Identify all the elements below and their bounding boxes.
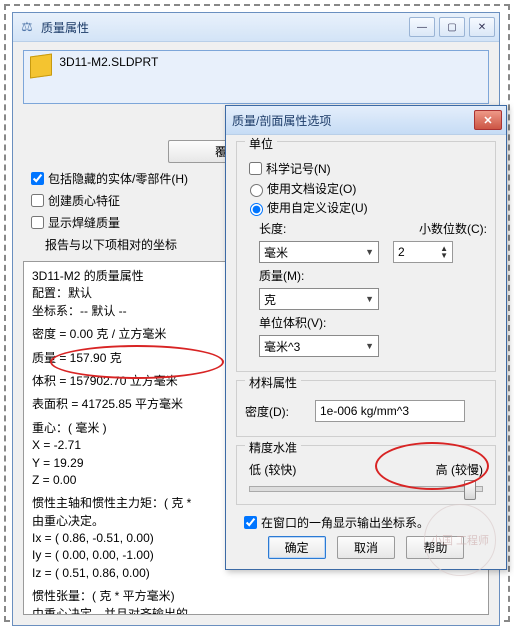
chevron-down-icon: ▼ [365,294,374,304]
rad-scientific[interactable]: 科学记号(N) [245,159,487,178]
close-button[interactable]: ✕ [469,17,495,37]
slider-thumb[interactable] [464,480,476,500]
density-label: 密度(D): [245,403,315,420]
volume-select[interactable]: 毫米^3▼ [259,335,379,357]
minimize-button[interactable]: — [409,17,435,37]
length-label: 长度: [259,220,313,237]
cancel-button[interactable]: 取消 [337,536,395,559]
length-select[interactable]: 毫米▼ [259,241,379,263]
ok-button[interactable]: 确定 [268,536,326,559]
decimals-label: 小数位数(C): [419,220,487,237]
accuracy-high-label: 高 (较慢) [436,461,483,478]
dlg-close-button[interactable]: ✕ [474,110,502,130]
help-button[interactable]: 帮助 [406,536,464,559]
dlg-title: 质量/剖面属性选项 [232,112,474,129]
accuracy-low-label: 低 (较快) [249,461,296,478]
options-dialog: 质量/剖面属性选项 ✕ 单位 科学记号(N) 使用文档设定(O) 使用自定义设定… [225,105,507,570]
chevron-down-icon: ▼ [365,341,374,351]
chk-show-coord-corner[interactable]: 在窗口的一角显示输出坐标系。 [240,513,496,532]
chk-include-hidden-box[interactable] [31,172,44,185]
accuracy-slider[interactable] [249,486,483,492]
density-input[interactable]: 1e-006 kg/mm^3 [315,400,465,422]
file-name: 3D11-M2.SLDPRT [59,55,158,69]
window-title: 质量属性 [41,19,405,36]
group-units: 单位 科学记号(N) 使用文档设定(O) 使用自定义设定(U) 长度: 小数位数… [236,141,496,372]
group-accuracy: 精度水准 低 (较快) 高 (较慢) [236,445,496,505]
rad-custom[interactable]: 使用自定义设定(U) [245,199,487,216]
group-material: 材料属性 密度(D): 1e-006 kg/mm^3 [236,380,496,437]
dlg-titlebar: 质量/剖面属性选项 ✕ [226,106,506,135]
result-line: 惯性张量：( 克 * 平方毫米) [32,588,480,605]
decimals-spinner[interactable]: 2▲▼ [393,241,453,263]
app-icon: ⚖ [19,19,35,35]
group-material-title: 材料属性 [245,374,301,391]
result-line: 由重心决定，并且对齐输出的 [32,606,480,615]
spinner-arrows-icon: ▲▼ [440,245,448,259]
group-accuracy-title: 精度水准 [245,439,301,456]
file-field[interactable]: 3D11-M2.SLDPRT [23,50,489,104]
chk-weld-mass-box[interactable] [31,216,44,229]
chk-create-com-box[interactable] [31,194,44,207]
chevron-down-icon: ▼ [365,247,374,257]
group-units-title: 单位 [245,135,277,152]
maximize-button[interactable]: ▢ [439,17,465,37]
part-icon [30,53,52,78]
mass-select[interactable]: 克▼ [259,288,379,310]
mass-label: 质量(M): [259,267,487,284]
titlebar: ⚖ 质量属性 — ▢ ✕ [13,13,499,42]
rad-document[interactable]: 使用文档设定(O) [245,180,487,197]
volume-label: 单位体积(V): [259,314,487,331]
